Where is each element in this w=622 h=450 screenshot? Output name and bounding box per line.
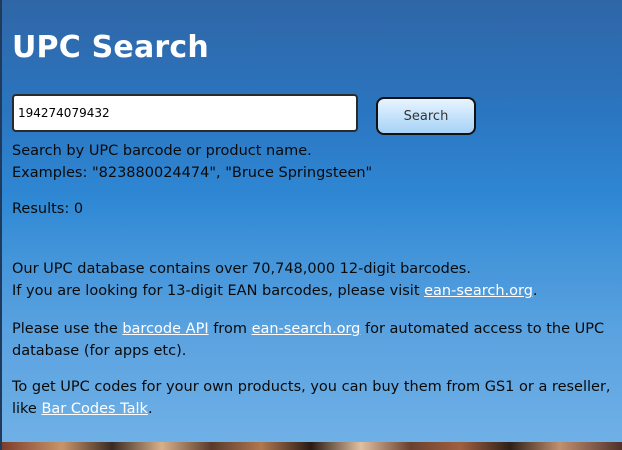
main-panel: UPC Search Search Search by UPC barcode … bbox=[2, 0, 622, 442]
barcode-api-link[interactable]: barcode API bbox=[122, 321, 208, 337]
gs1-info: To get UPC codes for your own products, … bbox=[12, 376, 612, 420]
bar-codes-talk-link[interactable]: Bar Codes Talk bbox=[41, 401, 147, 417]
search-hint-line1: Search by UPC barcode or product name. bbox=[12, 143, 312, 159]
search-button[interactable]: Search bbox=[376, 97, 476, 135]
results-count: Results: 0 bbox=[12, 201, 84, 217]
api-prefix-text: Please use the bbox=[12, 321, 123, 337]
database-size-text: Our UPC database contains over 70,748,00… bbox=[12, 261, 471, 277]
search-hint-line2: Examples: "823880024474", "Bruce Springs… bbox=[12, 165, 373, 181]
api-ean-search-link[interactable]: ean-search.org bbox=[252, 321, 361, 337]
database-info: Our UPC database contains over 70,748,00… bbox=[12, 258, 612, 302]
ean-search-link[interactable]: ean-search.org bbox=[424, 283, 533, 299]
page-title: UPC Search bbox=[12, 30, 209, 65]
ean-suffix-text: . bbox=[532, 283, 538, 299]
gs1-suffix-text: . bbox=[147, 401, 153, 417]
api-mid-text: from bbox=[208, 321, 252, 337]
search-input[interactable] bbox=[12, 94, 358, 132]
search-hint: Search by UPC barcode or product name. E… bbox=[12, 140, 612, 184]
ean-prefix-text: If you are looking for 13-digit EAN barc… bbox=[12, 283, 425, 299]
api-info: Please use the barcode API from ean-sear… bbox=[12, 318, 612, 362]
